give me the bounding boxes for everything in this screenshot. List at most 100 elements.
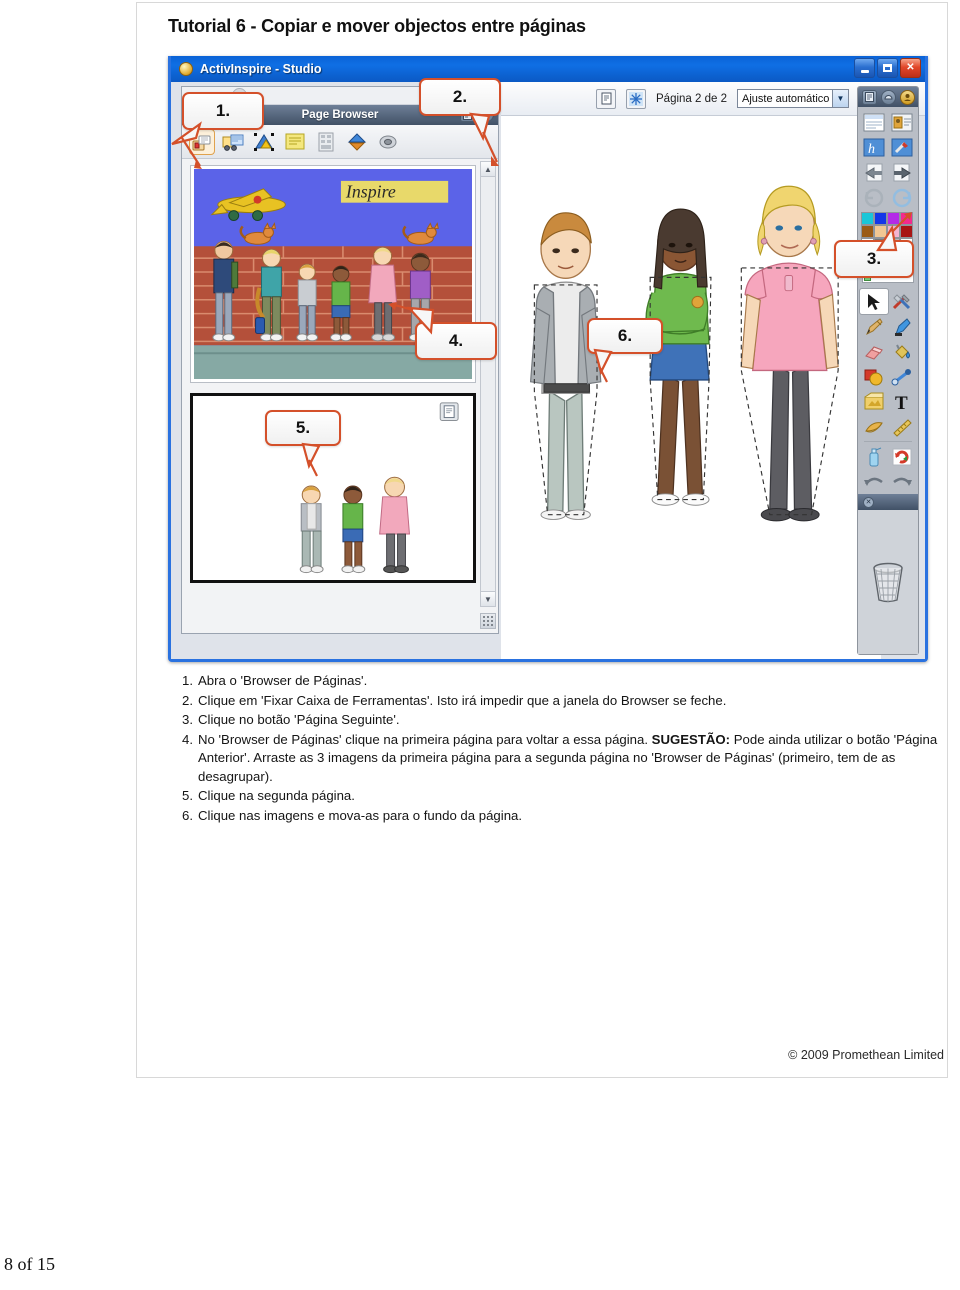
toolbox-header (858, 87, 918, 107)
window-buttons: ✕ (854, 58, 921, 78)
object-browser-icon[interactable] (252, 130, 276, 154)
instruction-ol: 1. Abra o 'Browser de Páginas'. 2. Cliqu… (168, 672, 958, 825)
callout-1: 1. (171, 92, 264, 169)
instruction-text: Clique nas imagens e mova-as para o fund… (198, 807, 523, 823)
instruction-item: 2. Clique em 'Fixar Caixa de Ferramentas… (168, 692, 958, 711)
copyright-notice: © 2009 Promethean Limited (788, 1048, 944, 1062)
select-icon[interactable] (859, 288, 889, 315)
notes-browser-icon[interactable] (283, 130, 307, 154)
notes-icon[interactable] (596, 88, 616, 109)
resource-browser-icon[interactable] (221, 130, 245, 154)
shape-icon[interactable] (860, 364, 888, 389)
trash-bin-icon[interactable] (858, 510, 918, 654)
page-browser-title: Page Browser (301, 109, 379, 121)
voting-browser-icon[interactable] (376, 130, 400, 154)
callout-3-label: 3. (866, 249, 882, 268)
close-icon[interactable]: ✕ (863, 496, 874, 508)
instruction-text: Clique em 'Fixar Caixa de Ferramentas'. … (198, 692, 727, 708)
activinspire-window: ActivInspire - Studio ✕ Página 2 de 2 Aj… (168, 56, 928, 662)
instruction-number: 4. (182, 731, 193, 747)
instruction-item: 1. Abra o 'Browser de Páginas'. (168, 672, 958, 691)
snowflake-icon[interactable] (626, 88, 646, 109)
zoom-select-value: Ajuste automático (741, 92, 830, 105)
toolbox-icon[interactable] (888, 289, 916, 314)
instruction-number: 3. (182, 712, 193, 727)
maximize-button[interactable] (877, 58, 898, 78)
page-browser-toolbar (182, 125, 498, 159)
action-browser-icon[interactable] (345, 130, 369, 154)
clear-icon[interactable] (860, 444, 888, 469)
tool-settings-icon[interactable] (888, 135, 916, 160)
eraser-icon[interactable] (860, 339, 888, 364)
text-icon[interactable]: T (888, 389, 916, 414)
instruction-text: Abra o 'Browser de Páginas'. (198, 673, 368, 688)
highlighter-icon[interactable] (888, 314, 916, 339)
callout-1-label: 1. (215, 101, 231, 120)
undo-history-icon[interactable] (860, 185, 888, 210)
instruction-item: 5. Clique na segunda página. (168, 787, 958, 806)
handwriting-icon[interactable]: h (860, 135, 888, 160)
close-button[interactable]: ✕ (900, 58, 921, 78)
instruction-item: 4. No 'Browser de Páginas' clique na pri… (168, 731, 958, 787)
window-titlebar: ActivInspire - Studio ✕ (171, 56, 925, 82)
window-title: ActivInspire - Studio (200, 62, 322, 76)
page-title: Tutorial 6 - Copiar e mover objectos ent… (168, 16, 586, 36)
minimize-button[interactable] (854, 58, 875, 78)
instruction-number: 2. (182, 692, 193, 708)
toolbox-divider (864, 441, 912, 442)
page-notes-icon[interactable] (860, 110, 888, 135)
camera-icon[interactable] (860, 414, 888, 439)
instruction-text: Clique na segunda página. (198, 788, 355, 803)
instruction-item: 6. Clique nas imagens e mova-as para o f… (168, 807, 958, 826)
connector-icon[interactable] (888, 364, 916, 389)
reset-icon[interactable] (888, 444, 916, 469)
page-indicator: Página 2 de 2 (656, 92, 727, 105)
undo-icon[interactable] (860, 469, 888, 494)
redo-history-icon[interactable] (888, 185, 916, 210)
page-browser-panel: ✕ Page Browser (181, 86, 499, 634)
clipart-icon[interactable] (860, 389, 888, 414)
profile-tool-icon[interactable] (888, 110, 916, 135)
fill-icon[interactable] (888, 339, 916, 364)
callout-6-label: 6. (617, 326, 633, 345)
main-toolbox: h T ✕ (857, 86, 919, 655)
callout-3: 3. (834, 212, 914, 278)
callout-5-label: 5. (295, 418, 311, 437)
instruction-item: 3. Clique no botão 'Página Seguinte'. (168, 711, 958, 730)
ruler-icon[interactable] (888, 414, 916, 439)
toolbox-buttons: h (858, 107, 918, 210)
instruction-text: No 'Browser de Páginas' clique na primei… (198, 731, 938, 784)
callout-2: 2. (419, 78, 501, 166)
instruction-number: 6. (182, 807, 193, 823)
previous-page-icon[interactable] (860, 160, 888, 185)
chevron-down-icon: ▼ (831, 90, 848, 107)
pen-icon[interactable] (860, 314, 888, 339)
callout-2-label: 2. (452, 87, 468, 106)
profile-icon[interactable] (899, 89, 915, 105)
menu-icon[interactable] (861, 89, 877, 105)
svg-text:Inspire: Inspire (345, 182, 396, 202)
page-browser-scrollbar[interactable]: ▲ ▼ (480, 161, 496, 607)
toolbox-tools: T (858, 286, 918, 494)
app-logo-icon (179, 62, 193, 76)
flipchart-canvas[interactable] (501, 116, 881, 659)
resize-grip[interactable] (480, 613, 496, 629)
instruction-number: 5. (182, 788, 193, 803)
instruction-list: 1. Abra o 'Browser de Páginas'. 2. Cliqu… (168, 672, 958, 826)
svg-text:h: h (868, 142, 875, 157)
svg-text:T: T (895, 393, 908, 412)
callout-4-label: 4. (448, 331, 464, 350)
redo-icon[interactable] (888, 469, 916, 494)
zoom-select[interactable]: Ajuste automático ▼ (736, 89, 849, 108)
next-page-icon[interactable] (888, 160, 916, 185)
instruction-number: 1. (182, 673, 193, 688)
dashboard-icon[interactable] (880, 89, 896, 105)
page-number: 8 of 15 (4, 1254, 55, 1274)
scroll-down-icon[interactable]: ▼ (481, 591, 495, 606)
property-browser-icon[interactable] (314, 130, 338, 154)
page-browser-thumbnails: Inspire (182, 159, 498, 633)
instruction-text: Clique no botão 'Página Seguinte'. (198, 712, 400, 727)
callout-4: 4. (388, 302, 497, 360)
window-body: Página 2 de 2 Ajuste automático ▼ ✕ Page… (171, 82, 925, 659)
callout-5: 5. (265, 410, 341, 477)
